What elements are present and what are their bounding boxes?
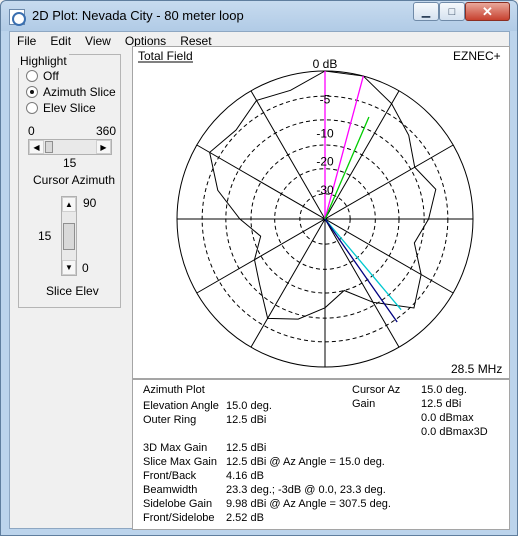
menu-edit[interactable]: Edit	[43, 32, 78, 51]
close-button[interactable]: ✕	[465, 2, 510, 21]
info-slice-max-gain-value: 12.5 dBi @ Az Angle = 15.0 deg.	[226, 456, 385, 468]
info-front-sidelobe-value: 2.52 dB	[226, 512, 264, 524]
ring-label-3: -20	[316, 155, 334, 169]
radio-azimuth-slice-indicator	[26, 86, 38, 98]
slice-elev-scrollbar[interactable]: ▲ ▼	[61, 196, 77, 276]
polar-plot-panel: Total Field EZNEC+ 28.5 MHz 0 dB -5 -10 -20…	[132, 46, 510, 379]
info-gain-label: Gain	[352, 398, 376, 410]
menu-view[interactable]: View	[78, 32, 118, 51]
info-3d-max-gain-label: 3D Max Gain	[143, 442, 208, 454]
scroll-right-icon[interactable]: ▶	[96, 140, 111, 154]
info-front-back-label: Front/Back	[143, 470, 197, 482]
radio-elev-slice[interactable]: Elev Slice	[26, 100, 121, 116]
frequency-label: 28.5 MHz	[451, 362, 502, 376]
cursor-azimuth-value: 15	[63, 156, 77, 170]
sidelobe-ray	[324, 218, 402, 311]
app-icon	[9, 9, 26, 26]
client-area: File Edit View Options Reset Highlight O…	[9, 31, 510, 530]
info-beamwidth-label: Beamwidth	[143, 484, 198, 496]
info-3d-max-gain-value: 12.5 dBi	[226, 442, 267, 454]
radio-off-label: Off	[43, 69, 59, 83]
info-outer-ring-label: Outer Ring	[143, 414, 197, 426]
info-slice-max-gain-label: Slice Max Gain	[143, 456, 217, 468]
sidelobe-ray-2	[324, 218, 398, 323]
info-gain-value: 12.5 dBi	[421, 398, 462, 410]
info-dbmax-value: 0.0 dBmax	[421, 412, 474, 424]
azimuth-min-label: 0	[28, 124, 35, 138]
info-sidelobe-gain-label: Sidelobe Gain	[143, 498, 213, 510]
info-front-back-value: 4.16 dB	[226, 470, 264, 482]
cursor-azimuth-scrollbar[interactable]: ◀ ▶	[28, 139, 112, 155]
menu-file[interactable]: File	[10, 32, 43, 51]
info-cursor-az-label: Cursor Az	[352, 384, 401, 396]
ring-label-1: -5	[320, 93, 331, 107]
close-icon: ✕	[482, 3, 493, 19]
elevation-max-label: 90	[83, 196, 97, 210]
minimize-button[interactable]: ▁	[413, 2, 439, 21]
radio-elev-slice-label: Elev Slice	[43, 101, 96, 115]
info-beamwidth-value: 23.3 deg.; -3dB @ 0.0, 23.3 deg.	[226, 484, 386, 496]
info-front-sidelobe-label: Front/Sidelobe	[143, 512, 215, 524]
elevation-scroll-thumb[interactable]	[63, 223, 75, 250]
window: 2D Plot: Nevada City - 80 meter loop ▁ □…	[0, 0, 518, 536]
info-cursor-az-value: 15.0 deg.	[421, 384, 467, 396]
azimuth-scroll-thumb[interactable]	[45, 141, 53, 153]
ring-label-0: 0 dB	[313, 57, 338, 71]
info-sidelobe-gain-value: 9.98 dBi @ Az Angle = 307.5 deg.	[226, 498, 391, 510]
cursor-azimuth-label: Cursor Azimuth	[33, 173, 116, 187]
info-elevation-angle-value: 15.0 deg.	[226, 400, 272, 412]
minimize-icon: ▁	[421, 6, 431, 18]
elevation-value: 15	[38, 229, 52, 243]
info-azimuth-plot: Azimuth Plot	[143, 384, 205, 396]
info-elevation-angle-label: Elevation Angle	[143, 400, 219, 412]
scroll-left-icon[interactable]: ◀	[29, 140, 44, 154]
maximize-icon: □	[448, 5, 456, 18]
radio-azimuth-slice[interactable]: Azimuth Slice	[26, 84, 121, 100]
elevation-min-label: 0	[82, 261, 89, 275]
ring-label-2: -10	[316, 127, 334, 141]
scroll-up-icon[interactable]: ▲	[62, 197, 76, 212]
maximize-button[interactable]: □	[439, 2, 465, 21]
highlight-group-label: Highlight	[18, 54, 69, 68]
radio-elev-slice-indicator	[26, 102, 38, 114]
info-outer-ring-value: 12.5 dBi	[226, 414, 267, 426]
radio-off[interactable]: Off	[26, 68, 121, 84]
polar-plot-svg: Total Field EZNEC+ 28.5 MHz 0 dB -5 -10 -20…	[138, 49, 502, 376]
radio-azimuth-slice-label: Azimuth Slice	[43, 85, 116, 99]
eznec-brand: EZNEC+	[453, 49, 501, 63]
ring-label-4: -30	[316, 183, 334, 197]
slice-elev-label: Slice Elev	[46, 284, 99, 298]
scroll-down-icon[interactable]: ▼	[62, 260, 76, 275]
info-dbmax3d-value: 0.0 dBmax3D	[421, 426, 488, 438]
title-bar[interactable]: 2D Plot: Nevada City - 80 meter loop ▁ □…	[1, 1, 517, 31]
azimuth-max-label: 360	[96, 124, 117, 138]
radio-off-indicator	[26, 70, 38, 82]
total-field-tab[interactable]: Total Field	[138, 49, 193, 63]
window-title: 2D Plot: Nevada City - 80 meter loop	[32, 8, 244, 23]
info-panel: Azimuth Plot Elevation Angle 15.0 deg. O…	[132, 379, 510, 530]
